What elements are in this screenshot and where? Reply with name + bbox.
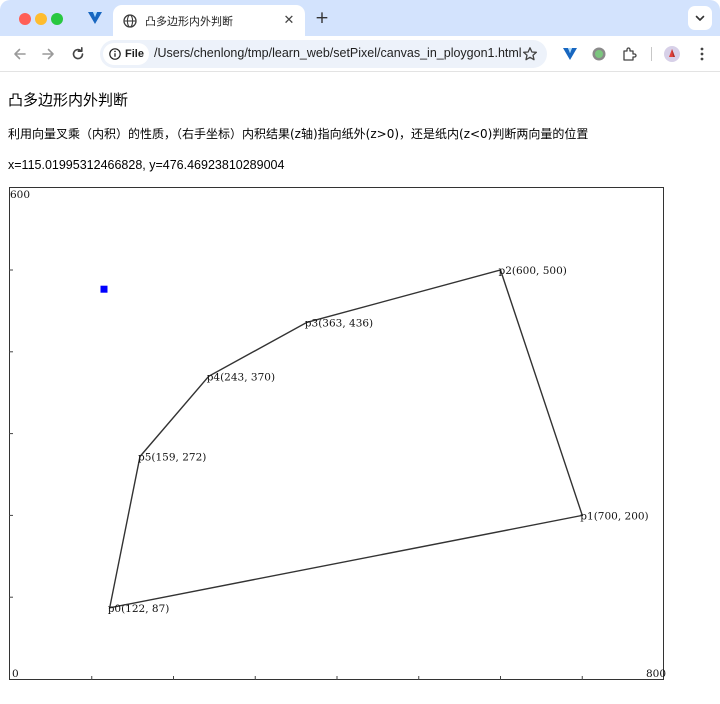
vertex-label-p4: p4(243, 370) [207,371,275,383]
reload-icon [72,47,84,60]
browser-toolbar: File /Users/chenlong/tmp/learn_web/setPi… [0,36,720,72]
url-text[interactable]: /Users/chenlong/tmp/learn_web/setPixel/c… [154,46,522,60]
page-description: 利用向量叉乘（内积）的性质，（右手坐标）内积结果(z轴)指向纸外(z>0)，还是… [8,127,589,141]
more-vertical-icon [700,47,704,61]
address-bar[interactable]: File /Users/chenlong/tmp/learn_web/setPi… [100,40,547,68]
arrow-right-icon [42,48,54,60]
page-content: 凸多边形内外判断 利用向量叉乘（内积）的性质，（右手坐标）内积结果(z轴)指向纸… [0,73,720,704]
tab-title: 凸多边形内外判断 [145,14,233,28]
vuetify-extension-icon [563,48,577,60]
avatar-icon [664,46,680,62]
toolbar-separator [651,47,652,61]
arrow-left-icon [14,48,26,60]
vuetify-extension-button[interactable] [558,42,582,66]
extensions-button[interactable] [617,42,641,66]
minimize-window-button[interactable] [35,13,47,25]
vuetify-logo-icon [88,12,102,24]
profile-button[interactable] [660,42,684,66]
x-axis-max-label: 800 [646,668,666,680]
y-axis-max-label: 600 [10,189,30,201]
back-button[interactable] [8,42,32,66]
close-window-button[interactable] [19,13,31,25]
bookmark-button[interactable] [521,45,539,63]
zoom-window-button[interactable] [51,13,63,25]
cursor-readout: x=115.01995312466828, y=476.469238102890… [8,158,285,172]
circle-extension-icon [592,47,606,61]
reload-button[interactable] [66,42,90,66]
vertex-label-p3: p3(363, 436) [305,317,373,329]
puzzle-icon [623,47,637,61]
green-extension-button[interactable] [587,42,611,66]
forward-button[interactable] [36,42,60,66]
polygon-canvas[interactable]: 600 0 800 p0(122, 87) p1(700, 200) p2(600,… [0,186,720,686]
pinned-tab[interactable] [84,8,106,28]
vertex-label-p0: p0(122, 87) [108,603,170,615]
tab-search-button[interactable] [688,6,712,30]
new-tab-button[interactable]: + [312,8,332,28]
info-icon [109,48,121,60]
tab-active[interactable]: 凸多边形内外判断 ✕ [113,5,305,36]
x-axis-min-label: 0 [12,668,19,680]
tab-strip: 凸多边形内外判断 ✕ + [0,0,720,36]
globe-icon [123,13,137,28]
vertex-label-p5: p5(159, 272) [138,452,206,464]
site-info-chip[interactable]: File [103,43,149,65]
tab-close-icon[interactable]: ✕ [281,13,297,29]
menu-button[interactable] [690,42,714,66]
chevron-down-icon [695,15,705,21]
page-title: 凸多边形内外判断 [8,91,129,109]
vertex-label-p1: p1(700, 200) [580,510,648,522]
browser-window: 凸多边形内外判断 ✕ + File /Users/chenlong/tmp/le… [0,0,720,704]
vertex-label-p2: p2(600, 500) [499,265,567,277]
test-point-marker [100,285,108,293]
star-icon [522,47,538,61]
scheme-label: File [125,48,144,60]
